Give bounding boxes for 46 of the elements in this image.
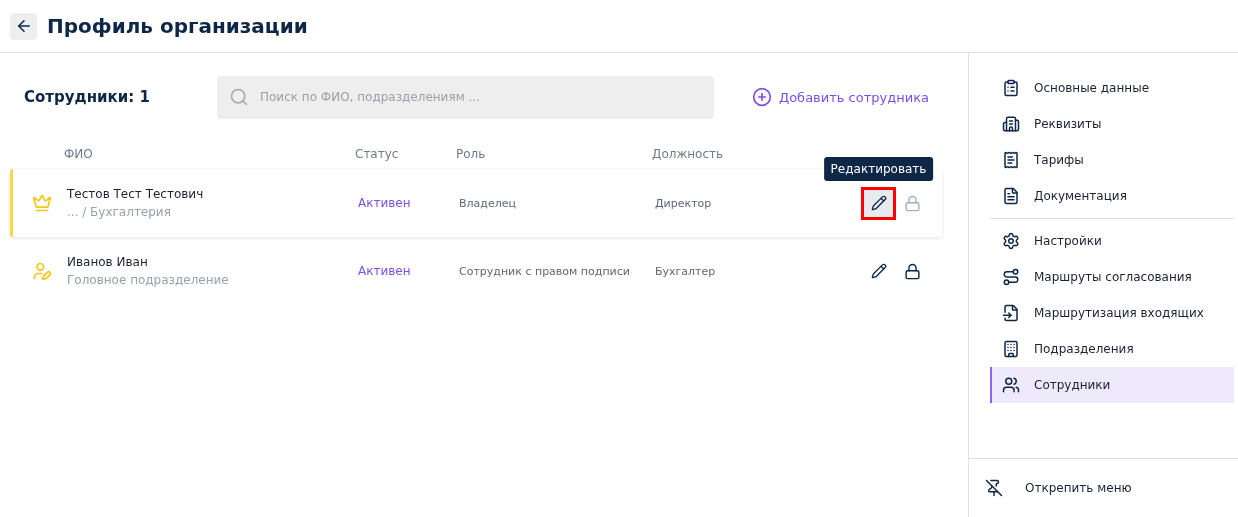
sidebar-item[interactable]: Настройки [990,223,1234,259]
pencil-icon [870,263,887,279]
sidebar-item[interactable]: Маршруты согласования [990,259,1234,295]
crown-icon [32,193,52,213]
add-employee-button[interactable]: Добавить сотрудника [752,87,929,107]
position-text: Бухгалтер [655,264,717,278]
sidebar-item[interactable]: Сотрудники [990,367,1234,403]
building-icon [1002,340,1020,358]
tooltip: Редактировать [823,156,934,181]
employee-department: Головное подразделение [67,273,230,287]
page-title: Профиль организации [47,14,308,38]
plus-circle-icon [752,87,772,107]
employee-name: Иванов Иван [67,255,149,269]
role-text: Сотрудник с правом подписи [459,264,631,278]
settings-icon [1002,232,1020,250]
sidebar-item[interactable]: Реквизиты [990,106,1234,142]
status-text: Активен [358,196,412,210]
sidebar-item[interactable]: Основные данные [990,70,1234,106]
route-icon [1002,268,1020,286]
sidebar-item[interactable]: Подразделения [990,331,1234,367]
unpin-menu-button[interactable]: Открепить меню [969,458,1238,517]
employee-count: Сотрудники: 1 [24,88,151,106]
employee-department: ... / Бухгалтерия [67,205,172,219]
pin-off-icon [985,479,1003,497]
clipboard-icon [1002,79,1020,97]
pencil-icon [870,195,887,211]
user-pen-icon [32,261,52,281]
lock-icon [903,194,921,212]
employee-row[interactable]: Иванов Иван Головное подразделение Активен Сотрудник с правом подписи Бухгалтер [10,237,942,305]
sidebar-item[interactable]: Маршрутизация входящих [990,295,1234,331]
search-field[interactable]: Поиск по ФИО, подразделениям ... [217,75,714,119]
search-icon [229,86,249,107]
document-icon [1002,187,1020,205]
users-icon [1002,376,1020,394]
position-text: Директор [655,196,713,210]
sidebar-item[interactable]: Документация [990,178,1234,214]
receipt-icon [1002,151,1020,169]
lock-icon [903,262,921,280]
file-import-icon [1002,304,1020,322]
building-icon [1002,115,1020,133]
role-text: Владелец [459,196,517,210]
status-text: Активен [358,264,412,278]
sidebar-item[interactable]: Тарифы [990,142,1234,178]
edit-button[interactable] [861,186,896,220]
employee-name: Тестов Тест Тестович [67,187,205,201]
back-button[interactable] [10,12,37,40]
